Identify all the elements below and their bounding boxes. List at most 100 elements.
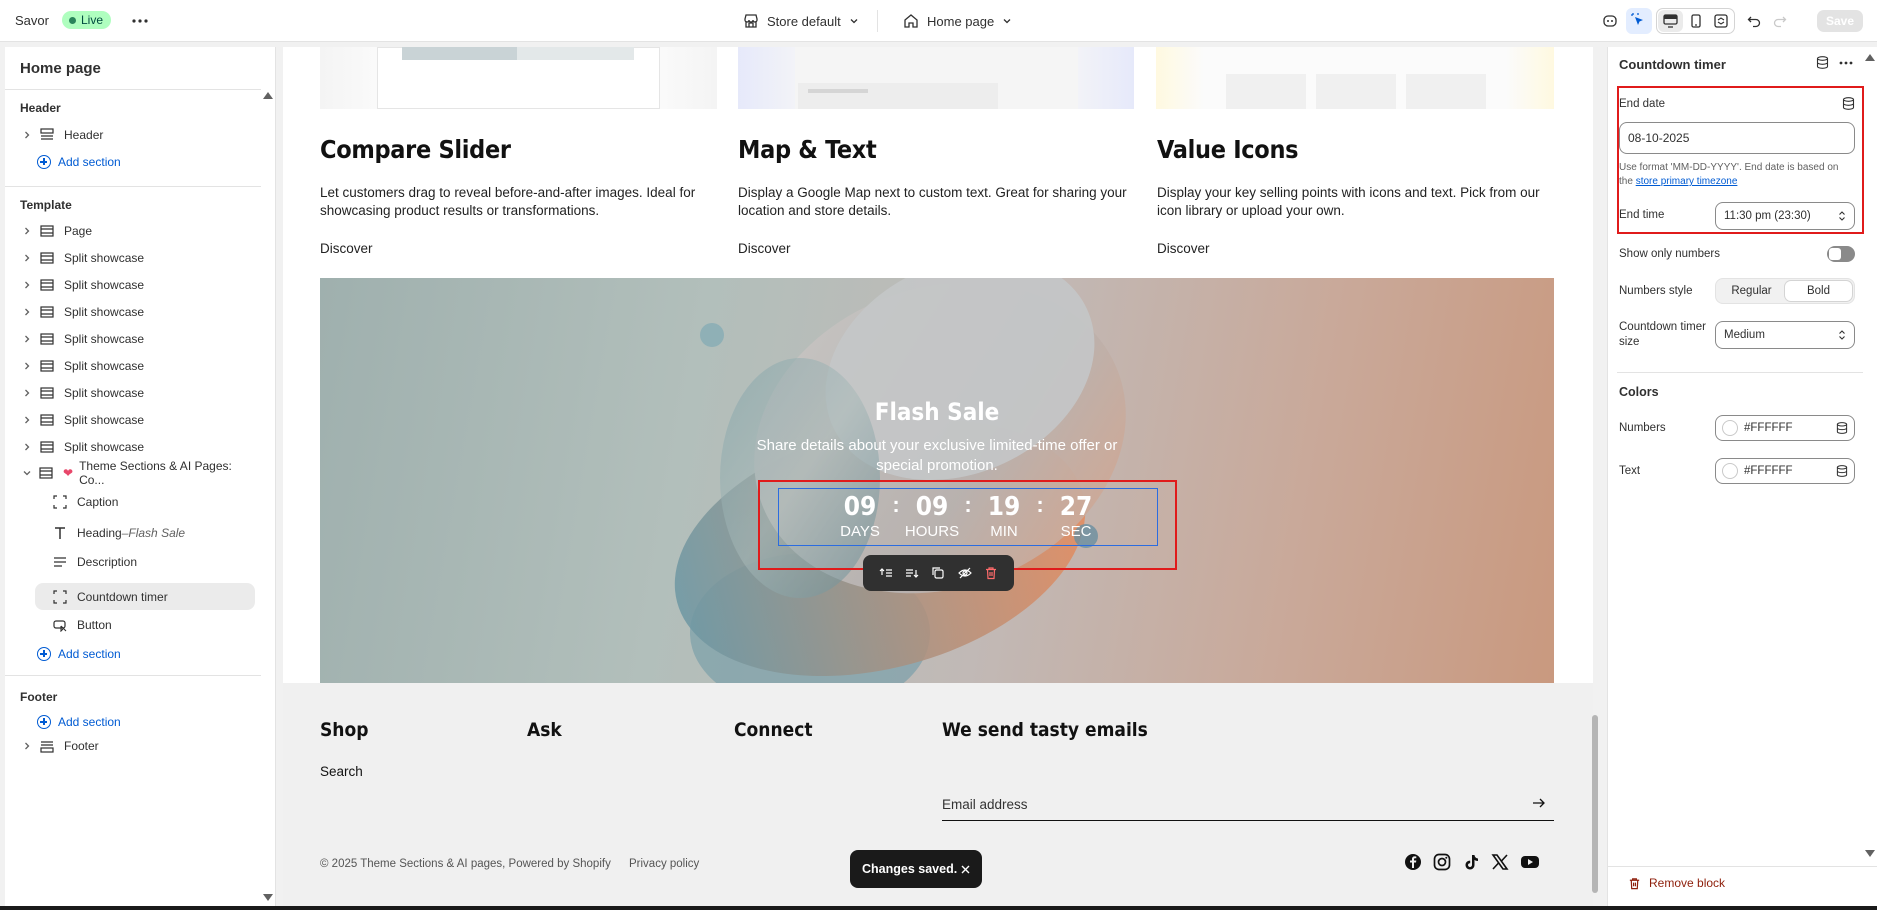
color-swatch[interactable] (1722, 420, 1738, 436)
newsletter-submit-button[interactable] (1532, 797, 1546, 809)
panel-scroll-down-icon[interactable] (1865, 850, 1875, 857)
tiktok-icon (1465, 855, 1478, 870)
card-discover-link[interactable]: Discover (320, 241, 373, 256)
sidebar-item-split-showcase[interactable]: Split showcase (20, 354, 255, 378)
sidebar-item-split-showcase[interactable]: Split showcase (20, 381, 255, 405)
move-up-button[interactable] (879, 566, 893, 580)
sidebar-scroll-up-icon[interactable] (263, 92, 273, 99)
preview-canvas[interactable]: Compare Slider Let customers drag to rev… (283, 47, 1593, 907)
facebook-link[interactable] (1404, 853, 1422, 871)
show-only-numbers-toggle[interactable] (1827, 246, 1855, 262)
sidebar-item-label: Page (64, 224, 93, 238)
countdown-timer[interactable]: 09 DAYS : 09 HOURS : 19 MIN : 27 SEC (788, 491, 1148, 546)
more-actions-button[interactable] (131, 12, 149, 30)
undo-button[interactable] (1741, 8, 1767, 34)
card-title: Map & Text (738, 135, 877, 164)
sidebar-scroll-down-icon[interactable] (263, 894, 273, 901)
sidebar-item-footer[interactable]: Footer (20, 734, 255, 758)
flash-sale-section[interactable]: Flash Sale Share details about your excl… (320, 278, 1554, 683)
x-twitter-link[interactable] (1491, 853, 1509, 871)
panel-scroll-up-icon[interactable] (1865, 54, 1875, 61)
numbers-color-picker[interactable]: #FFFFFF (1715, 415, 1855, 441)
chevron-right-icon (25, 742, 30, 750)
button-block-icon (53, 620, 67, 632)
sidebar-item-page[interactable]: Page (20, 219, 255, 243)
canvas-scrollbar[interactable] (1592, 715, 1598, 893)
end-date-value: 08-10-2025 (1628, 131, 1690, 145)
save-button[interactable]: Save (1817, 10, 1863, 32)
ai-sidekick-button[interactable] (1597, 8, 1623, 34)
block-item-heading[interactable]: Heading – Flash Sale (35, 521, 255, 545)
sidebar-item-theme-sections[interactable]: ❤ Theme Sections & AI Pages: Co... (20, 459, 255, 487)
remove-block-button[interactable]: Remove block (1628, 876, 1725, 890)
add-circle-icon (37, 715, 51, 729)
mobile-view-button[interactable] (1683, 10, 1708, 32)
footer-link-search[interactable]: Search (320, 764, 363, 779)
move-down-button[interactable] (905, 566, 919, 580)
sidebar-item-split-showcase[interactable]: Split showcase (20, 300, 255, 324)
instagram-link[interactable] (1433, 853, 1451, 871)
youtube-link[interactable] (1520, 853, 1540, 871)
sidebar-item-split-showcase[interactable]: Split showcase (20, 408, 255, 432)
numbers-style-regular[interactable]: Regular (1718, 281, 1785, 301)
toast-close-button[interactable] (961, 865, 970, 874)
dynamic-source-button[interactable] (1816, 56, 1829, 69)
chevron-down-icon (850, 19, 858, 24)
settings-more-button[interactable] (1839, 61, 1853, 65)
database-icon (1836, 422, 1848, 434)
fullscreen-view-button[interactable] (1708, 10, 1733, 32)
timer-label: SEC (1060, 523, 1092, 540)
hide-button[interactable] (957, 566, 972, 580)
divider (1617, 372, 1863, 373)
end-date-source-button[interactable] (1842, 97, 1855, 110)
numbers-style-bold[interactable]: Bold (1785, 281, 1852, 301)
text-color-value: #FFFFFF (1744, 465, 1793, 477)
block-settings-panel: Countdown timer End date 08-10-2025 Use … (1607, 47, 1877, 907)
block-item-label: Button (77, 618, 112, 632)
add-section-template-button[interactable]: Add section (37, 644, 121, 664)
card-discover-link[interactable]: Discover (738, 241, 791, 256)
block-item-button[interactable]: Button (35, 613, 255, 637)
end-date-input[interactable]: 08-10-2025 (1619, 122, 1855, 154)
show-only-numbers-label: Show only numbers (1619, 248, 1720, 260)
sidebar-item-label: Split showcase (64, 305, 145, 319)
duplicate-button[interactable] (931, 566, 945, 580)
sidebar-item-header[interactable]: Header (20, 123, 255, 147)
caption-block-icon (53, 495, 67, 509)
theme-select[interactable]: Store default (743, 11, 859, 31)
redo-button[interactable] (1767, 8, 1793, 34)
block-item-caption[interactable]: Caption (35, 490, 255, 514)
add-section-header-button[interactable]: Add section (37, 152, 121, 172)
card-description: Let customers drag to reveal before-and-… (320, 185, 696, 218)
store-timezone-link[interactable]: store primary timezone (1636, 176, 1738, 187)
desktop-view-button[interactable] (1658, 10, 1683, 32)
sidebar-item-split-showcase[interactable]: Split showcase (20, 327, 255, 351)
timer-size-select[interactable]: Medium (1715, 321, 1855, 349)
block-item-countdown-timer[interactable]: Countdown timer (35, 583, 255, 610)
section-sidebar: Home page Header Header Add section Temp… (5, 47, 276, 907)
section-icon (40, 279, 54, 291)
color-swatch[interactable] (1722, 463, 1738, 479)
card-discover-link[interactable]: Discover (1157, 241, 1210, 256)
sidebar-item-split-showcase[interactable]: Split showcase (20, 273, 255, 297)
sidebar-item-split-showcase[interactable]: Split showcase (20, 435, 255, 459)
group-label-footer: Footer (20, 690, 58, 704)
block-item-description[interactable]: Description (35, 550, 255, 574)
end-time-select[interactable]: 11:30 pm (23:30) (1715, 202, 1855, 230)
text-color-picker[interactable]: #FFFFFF (1715, 458, 1855, 484)
delete-button[interactable] (984, 566, 998, 580)
timer-label: DAYS (840, 523, 880, 540)
inspector-toggle-button[interactable] (1626, 8, 1652, 34)
chevron-right-icon (25, 131, 30, 139)
privacy-policy-link[interactable]: Privacy policy (629, 858, 699, 870)
heart-icon: ❤ (63, 466, 74, 480)
tiktok-link[interactable] (1462, 853, 1480, 871)
add-section-footer-button[interactable]: Add section (37, 712, 121, 732)
page-select[interactable]: Home page (903, 11, 1012, 31)
chevron-down-icon (23, 471, 31, 476)
sidebar-item-split-showcase[interactable]: Split showcase (20, 246, 255, 270)
duplicate-icon (932, 567, 945, 579)
block-item-dash: – (121, 526, 129, 540)
group-label-template: Template (20, 198, 72, 212)
newsletter-email-field[interactable]: Email address (942, 790, 1554, 821)
